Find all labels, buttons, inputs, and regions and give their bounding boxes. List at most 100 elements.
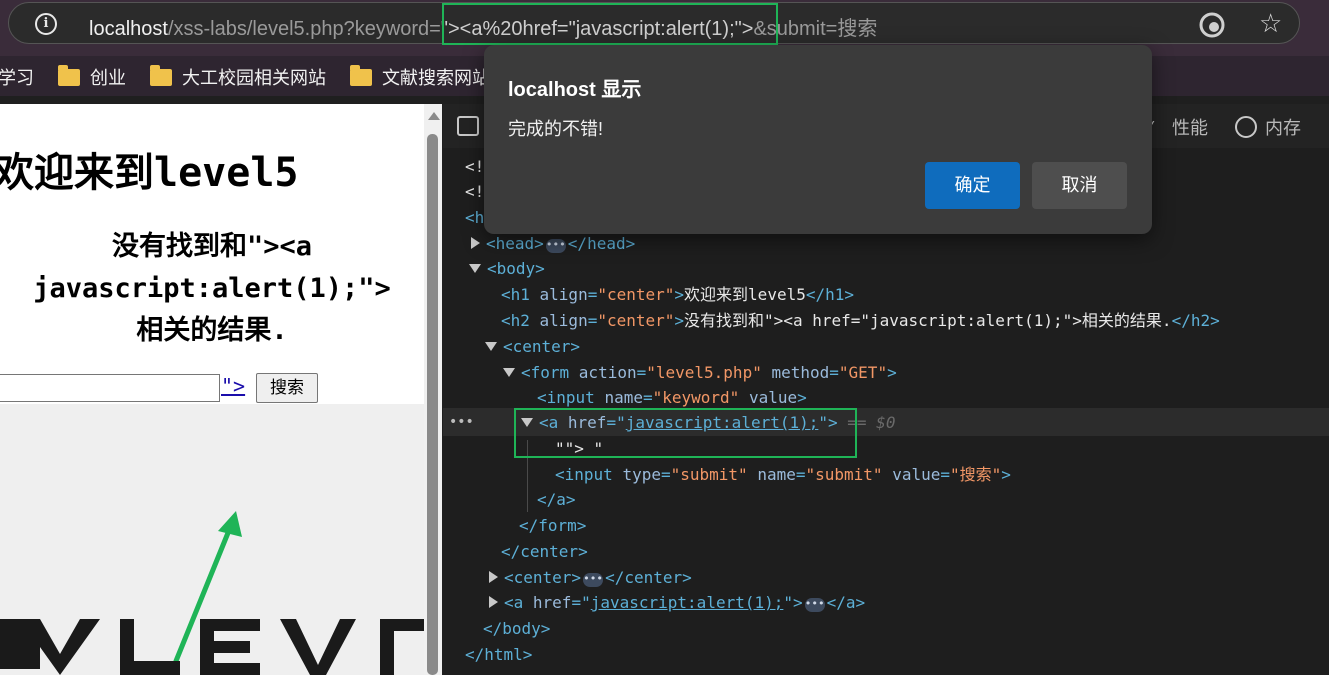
ellipsis-icon[interactable]: •••	[583, 573, 604, 587]
node-tag: <head>	[486, 234, 544, 253]
node-attr: type	[622, 465, 661, 484]
expand-triangle-icon[interactable]	[489, 571, 498, 583]
tree-node-a-close[interactable]: </a>	[537, 487, 576, 512]
node-tag: </form>	[519, 516, 587, 535]
subheading-line-2: javascript:alert(1);">	[33, 273, 391, 304]
expand-triangle-icon[interactable]	[471, 237, 480, 249]
expand-triangle-icon[interactable]	[489, 596, 498, 608]
bookmark-study[interactable]: 学习	[0, 64, 34, 90]
node-tag: <form	[521, 363, 579, 382]
tree-node-head[interactable]: <head> ••• </head>	[471, 231, 635, 256]
folder-icon	[350, 64, 372, 86]
search-button[interactable]: 搜索	[256, 373, 318, 403]
url-payload-highlight	[442, 3, 778, 45]
node-link[interactable]: javascript:alert(1);	[591, 593, 784, 612]
node-val: "center"	[597, 311, 675, 330]
node-text: 欢迎来到level5	[684, 285, 806, 304]
node-tag: </head>	[567, 234, 636, 253]
page-scrollbar[interactable]	[424, 104, 442, 675]
tree-node-center[interactable]: <center>	[485, 334, 580, 359]
node-tag: <center>	[503, 337, 581, 356]
collapse-triangle-icon[interactable]	[503, 368, 515, 377]
node-tag: <center>	[504, 568, 582, 587]
node-gt: >	[887, 363, 897, 382]
collapse-triangle-icon[interactable]	[485, 342, 497, 351]
node-tag: <input	[555, 465, 623, 484]
bookmark-label: 文献搜索网站	[382, 68, 490, 88]
node-eq: =	[587, 285, 598, 304]
cancel-button[interactable]: 取消	[1032, 162, 1127, 209]
tree-node-html[interactable]: <h	[465, 205, 484, 230]
node-quote: "	[581, 593, 591, 612]
node-gt: >	[674, 285, 685, 304]
ellipsis-icon[interactable]: •••	[804, 598, 825, 612]
node-tag: <input	[537, 388, 605, 407]
node-quote: ">	[783, 593, 803, 612]
ok-button[interactable]: 确定	[925, 162, 1020, 209]
node-tag: </a>	[826, 593, 866, 612]
page-subheading: 没有找到和"><a javascript:alert(1);"> 相关的结果.	[0, 226, 424, 352]
tree-node-center-close[interactable]: </center>	[501, 539, 588, 564]
injected-link[interactable]: ">	[221, 374, 245, 398]
tree-node-input-keyword[interactable]: <input name="keyword" value>	[537, 385, 807, 410]
collapse-triangle-icon[interactable]	[469, 264, 481, 273]
tree-node-h2[interactable]: <h2 align="center">没有找到和"><a href="javas…	[501, 308, 1220, 333]
selected-node-highlight	[514, 408, 857, 458]
node-eq: =	[660, 465, 671, 484]
node-gt: >	[674, 311, 685, 330]
node-text: 没有找到和"><a href="javascript:alert(1);">相关…	[684, 311, 1172, 330]
node-val: "搜索"	[950, 465, 1002, 484]
node-eq: =	[829, 363, 839, 382]
tree-node-doctype[interactable]: <!	[465, 154, 484, 179]
node-tag: </h2>	[1171, 311, 1220, 330]
tree-node-body-close[interactable]: </body>	[483, 616, 550, 641]
tree-node-form-close[interactable]: </form>	[519, 513, 586, 538]
favorite-star-icon[interactable]: ☆	[1259, 9, 1282, 39]
node-attr: align	[539, 285, 588, 304]
node-attr: value	[748, 388, 798, 407]
tree-node-a-2[interactable]: <a href="javascript:alert(1);"> ••• </a>	[489, 590, 865, 615]
tree-node-comment[interactable]: <!	[465, 179, 484, 204]
dialog-message: 完成的不错!	[508, 119, 604, 139]
folder-icon	[58, 64, 80, 86]
node-val: "level5.php"	[646, 363, 762, 382]
tree-node-form[interactable]: <form action="level5.php" method="GET">	[503, 360, 897, 385]
node-attr: name	[757, 465, 796, 484]
bookmark-label: 创业	[90, 68, 126, 88]
scroll-thumb[interactable]	[427, 134, 438, 675]
node-tag: <h1	[501, 285, 540, 304]
node-text: <!	[465, 157, 485, 176]
bookmark-campus[interactable]: 大工校园相关网站	[150, 64, 326, 90]
tree-node-h1[interactable]: <h1 align="center">欢迎来到level5</h1>	[501, 282, 854, 307]
node-attr: value	[892, 465, 941, 484]
ellipsis-icon[interactable]: •••	[545, 239, 566, 253]
node-tag: </body>	[483, 619, 551, 638]
url-host: localhost	[89, 18, 168, 40]
page-viewport: 欢迎来到level5 没有找到和"><a javascript:alert(1)…	[0, 104, 442, 675]
node-attr: action	[578, 363, 637, 382]
level-logo	[0, 619, 424, 675]
node-eq: =	[642, 388, 653, 407]
info-icon[interactable]: i	[35, 13, 57, 35]
node-eq: =	[571, 593, 582, 612]
node-attr: method	[771, 363, 830, 382]
scroll-up-arrow-icon[interactable]	[428, 112, 440, 120]
bookmark-startup[interactable]: 创业	[58, 64, 126, 90]
tree-node-center-2[interactable]: <center> ••• </center>	[489, 565, 692, 590]
subheading-line-3: 相关的结果.	[136, 315, 288, 346]
url-path: /xss-labs/level5.php?keyword=	[167, 18, 441, 40]
node-tag: <h	[465, 208, 485, 227]
page-heading: 欢迎来到level5	[0, 150, 299, 196]
node-tag: </center>	[605, 568, 692, 587]
bookmark-label: 大工校园相关网站	[182, 68, 326, 88]
tree-node-html-close[interactable]: </html>	[465, 642, 532, 667]
keyword-input[interactable]	[0, 374, 220, 402]
node-val: "keyword"	[652, 388, 740, 407]
node-val: "submit"	[670, 465, 748, 484]
tree-node-input-submit[interactable]: <input type="submit" name="submit" value…	[555, 462, 1011, 487]
alert-dialog: localhost 显示 完成的不错! 确定 取消	[484, 45, 1152, 234]
edge-icon[interactable]	[1199, 12, 1225, 38]
tree-node-body[interactable]: <body>	[469, 256, 545, 281]
bookmark-literature[interactable]: 文献搜索网站	[350, 64, 490, 90]
subheading-line-1: 没有找到和"><a	[111, 231, 313, 262]
